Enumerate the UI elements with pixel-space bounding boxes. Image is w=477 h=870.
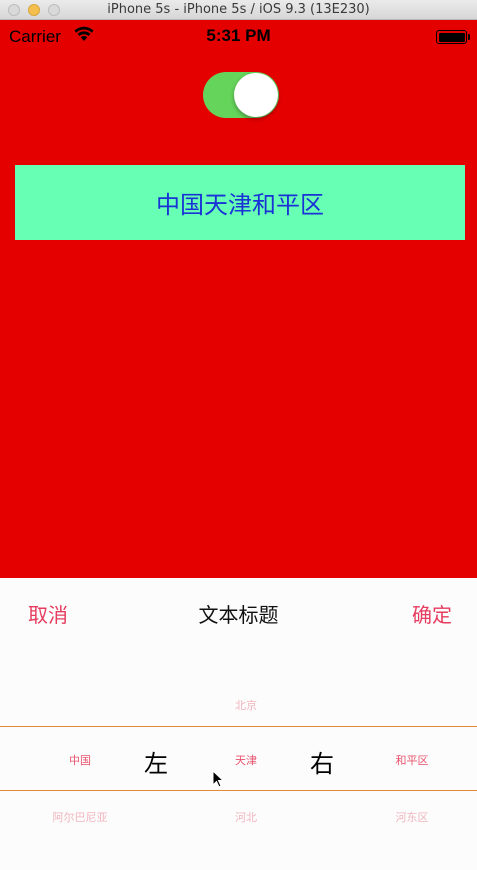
battery-icon xyxy=(436,30,470,44)
window-title: iPhone 5s - iPhone 5s / iOS 9.3 (13E230) xyxy=(107,2,370,17)
status-bar: Carrier 5:31 PM xyxy=(0,20,477,52)
selection-indicator-top xyxy=(0,726,477,727)
picker-city-option[interactable]: 北京 xyxy=(186,697,306,713)
picker-city-selected[interactable]: 天津 xyxy=(186,752,306,768)
picker-city-option[interactable]: 河北 xyxy=(186,809,306,825)
address-display[interactable]: 中国天津和平区 xyxy=(15,165,465,240)
picker-right-label: 右 xyxy=(310,750,334,778)
picker-district-option[interactable]: 河东区 xyxy=(352,809,472,825)
picker-left-label: 左 xyxy=(144,750,168,778)
toggle-switch[interactable] xyxy=(203,72,279,118)
picker-title: 文本标题 xyxy=(198,605,279,627)
picker-country-option[interactable]: 阿尔巴尼亚 xyxy=(20,809,140,825)
status-time: 5:31 PM xyxy=(206,26,271,45)
phone-screen: Carrier 5:31 PM 中国天津和平区 取消 文本标题 确定 中国 阿尔… xyxy=(0,20,477,870)
picker-toolbar: 取消 文本标题 确定 xyxy=(0,578,477,642)
simulator-titlebar: iPhone 5s - iPhone 5s / iOS 9.3 (13E230) xyxy=(0,0,477,20)
toggle-knob xyxy=(234,73,278,117)
address-text: 中国天津和平区 xyxy=(156,191,324,219)
picker-district-selected[interactable]: 和平区 xyxy=(352,752,472,768)
picker-country-selected[interactable]: 中国 xyxy=(20,752,140,768)
selection-indicator-bottom xyxy=(0,790,477,791)
address-picker: 取消 文本标题 确定 中国 阿尔巴尼亚 北京 天津 河北 和平区 河东区 左 右 xyxy=(0,578,477,870)
mouse-cursor-icon xyxy=(212,770,224,788)
confirm-button[interactable]: 确定 xyxy=(412,599,452,628)
